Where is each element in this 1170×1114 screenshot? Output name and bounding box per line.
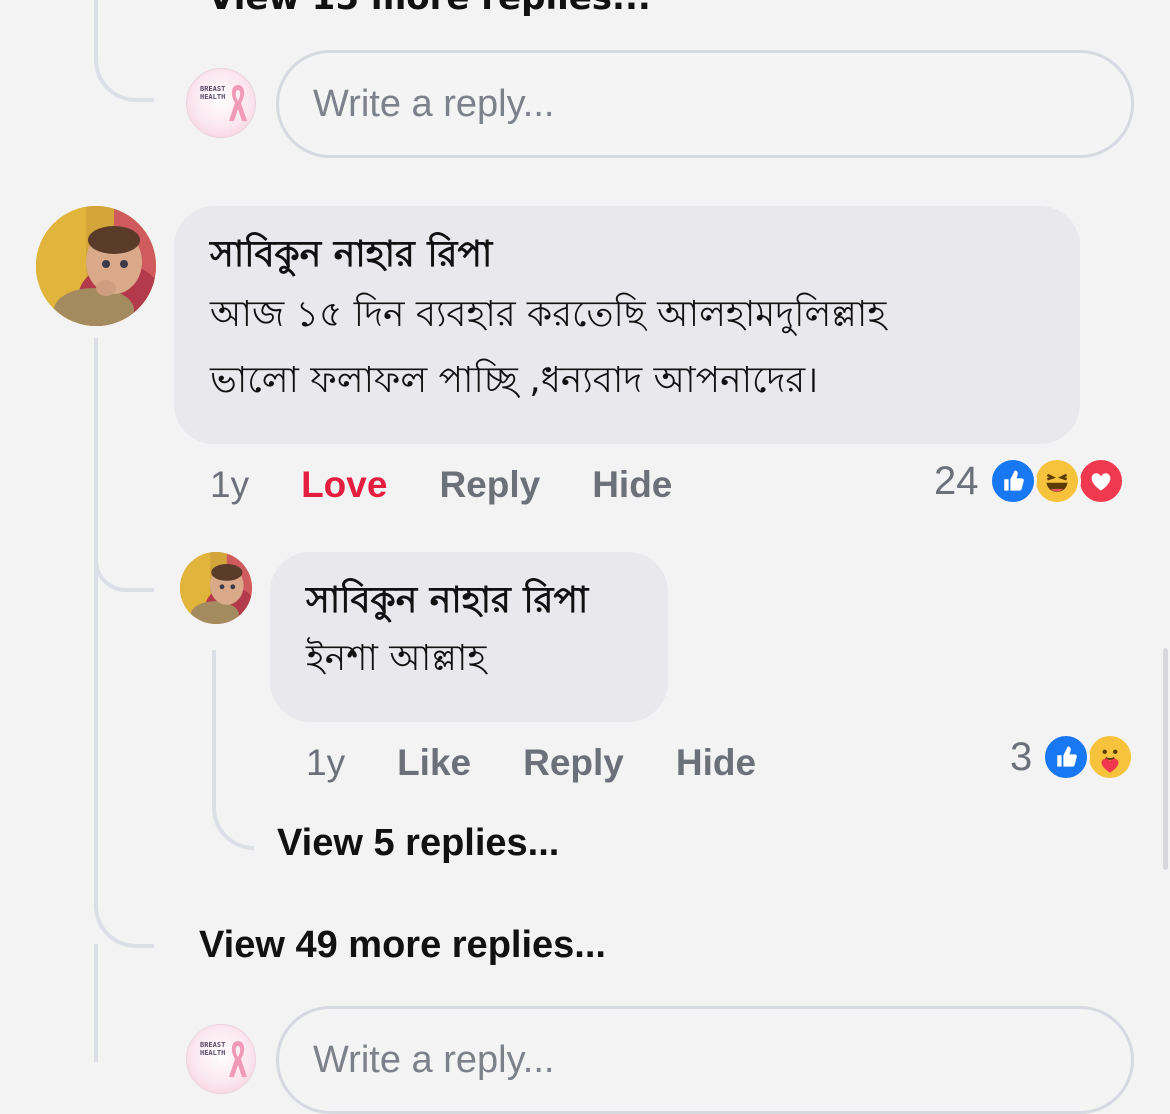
scrollbar[interactable]	[1163, 648, 1168, 870]
comment-author[interactable]: সাবিকুন নাহার রিপা	[210, 232, 1044, 278]
reaction-count: 3	[1010, 734, 1033, 779]
reply-author[interactable]: সাবিকুন নাহার রিপা	[306, 578, 632, 624]
like-icon	[1042, 733, 1091, 781]
comment-actions: 1y Love Reply Hide	[210, 462, 724, 508]
reply-text: ইনশা আল্লাহ	[306, 638, 487, 679]
page-avatar[interactable]: BREAST HEALTH	[186, 1024, 256, 1094]
write-reply-input[interactable]: Write a reply...	[276, 50, 1134, 158]
reaction-count: 24	[934, 458, 979, 503]
thread-connector	[94, 944, 98, 1062]
reply-input-placeholder: Write a reply...	[313, 82, 555, 125]
like-icon	[988, 457, 1037, 505]
thread-connector	[94, 588, 154, 948]
comment-timestamp[interactable]: 1y	[210, 464, 249, 506]
haha-icon	[1032, 457, 1081, 505]
reply-button[interactable]: Reply	[523, 742, 624, 784]
view-more-replies-link[interactable]: View 49 more replies...	[199, 924, 606, 967]
hide-button[interactable]: Hide	[592, 464, 672, 506]
page-avatar[interactable]: BREAST HEALTH	[186, 68, 256, 138]
comment-bubble[interactable]: সাবিকুন নাহার রিপা আজ ১৫ দিন ব্যবহার করত…	[174, 206, 1080, 444]
reply-thread-connector	[212, 650, 254, 850]
avatar[interactable]	[36, 206, 156, 326]
love-button[interactable]: Love	[301, 464, 387, 506]
reply-reactions[interactable]: 3	[1010, 732, 1135, 782]
view-more-replies-link[interactable]: View 15 more replies...	[208, 0, 651, 18]
baby-photo	[180, 552, 252, 624]
love-icon	[1076, 457, 1125, 505]
comment-reactions[interactable]: 24	[934, 456, 1125, 506]
pink-ribbon-icon	[229, 1041, 247, 1077]
care-icon	[1086, 733, 1135, 781]
write-reply-input[interactable]: Write a reply...	[276, 1006, 1134, 1114]
hide-button[interactable]: Hide	[676, 742, 756, 784]
comment-text-line: আজ ১৫ দিন ব্যবহার করতেছি আলহামদুলিল্লাহ	[210, 294, 887, 335]
like-button[interactable]: Like	[397, 742, 471, 784]
thread-connector	[94, 338, 98, 588]
reply-timestamp[interactable]: 1y	[306, 742, 345, 784]
pink-ribbon-icon	[229, 85, 247, 121]
comment-text-line: ভালো ফলাফল পাচ্ছি ,ধন্যবাদ আপনাদের।	[210, 360, 819, 401]
reply-input-placeholder: Write a reply...	[313, 1038, 555, 1081]
reply-bubble[interactable]: সাবিকুন নাহার রিপা ইনশা আল্লাহ	[270, 552, 668, 722]
avatar[interactable]	[180, 552, 252, 624]
reply-actions: 1y Like Reply Hide	[306, 740, 808, 786]
baby-photo	[36, 206, 156, 326]
view-replies-link[interactable]: View 5 replies...	[277, 822, 559, 865]
thread-connector	[94, 0, 154, 102]
reply-button[interactable]: Reply	[439, 464, 540, 506]
